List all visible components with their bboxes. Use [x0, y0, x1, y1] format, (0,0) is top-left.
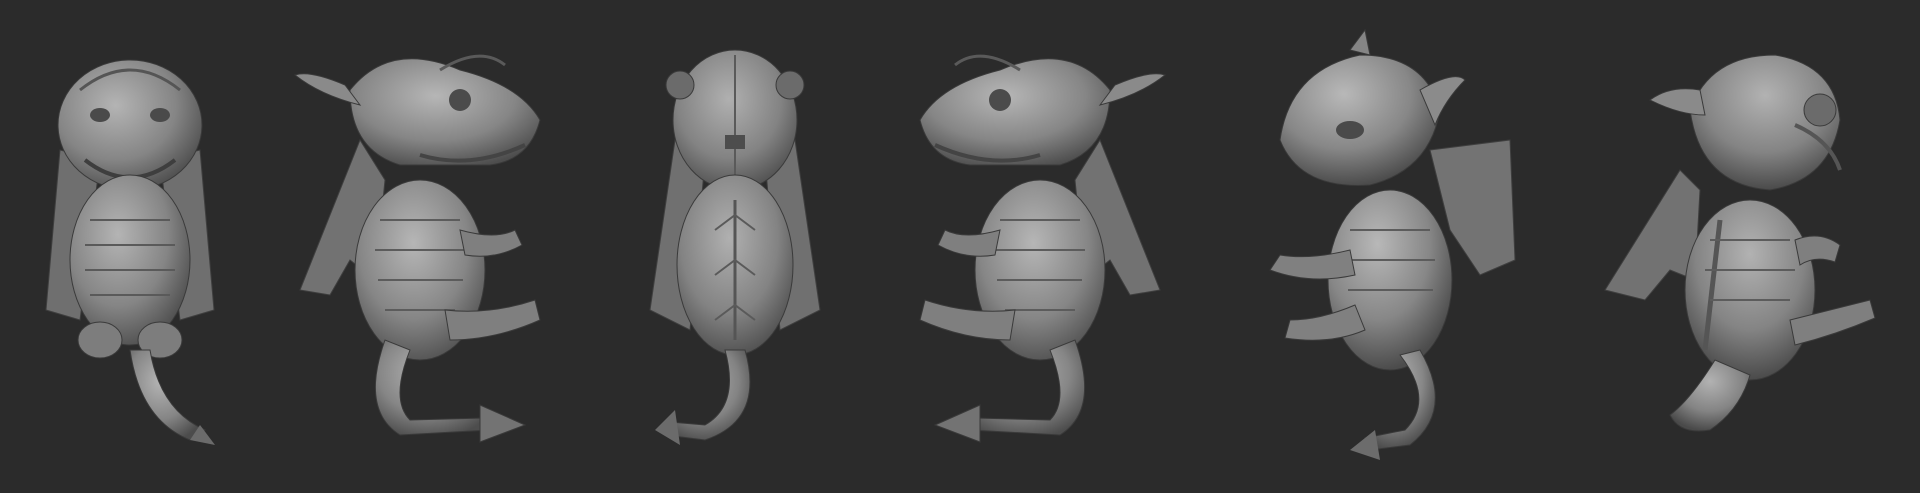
dragon-view-side-left — [900, 30, 1170, 460]
dragon-three-quarter-back-render — [1604, 54, 1876, 432]
dragon-view-three-quarter-left — [1240, 28, 1520, 460]
dragon-view-front — [40, 30, 220, 460]
turnaround-canvas — [0, 0, 1920, 493]
dragon-view-back — [645, 30, 825, 460]
dragon-side-right-render — [293, 54, 541, 443]
dragon-back-render — [649, 49, 821, 445]
dragon-side-left-render — [919, 54, 1167, 443]
dragon-three-quarter-left-render — [1269, 28, 1516, 460]
dragon-front-render — [45, 59, 215, 445]
dragon-view-three-quarter-back — [1600, 30, 1880, 460]
dragon-view-side-right — [290, 30, 560, 460]
